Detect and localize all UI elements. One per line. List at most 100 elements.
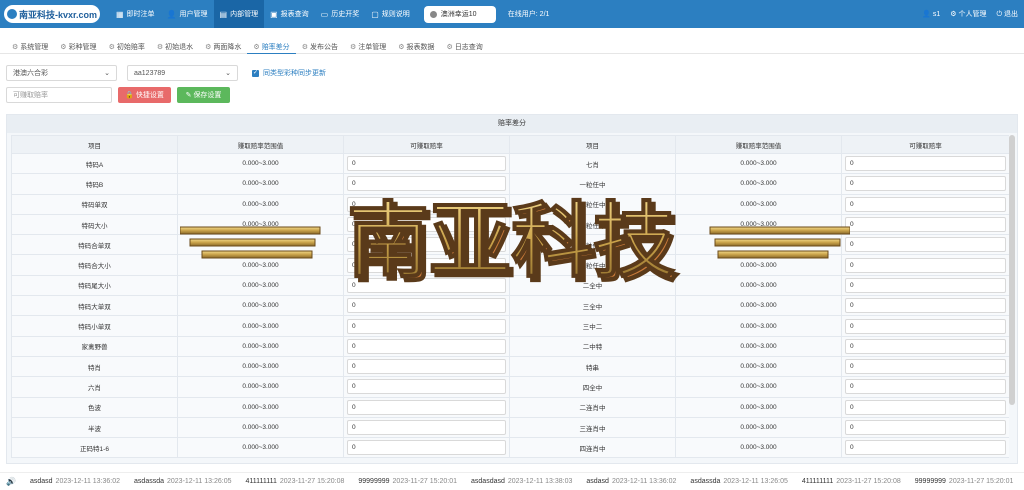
lottery-selector[interactable]: 澳洲幸运10	[423, 5, 496, 23]
item-name-cell: 四连肖中	[509, 437, 676, 459]
ticker-item[interactable]: 99999999 2023-11-27 15:20:01	[358, 478, 457, 485]
personal-management-link[interactable]: ⚙ 个人管理	[950, 9, 986, 19]
odds-input[interactable]: 可赚取赔率	[6, 87, 112, 103]
item-name-cell: 二中特	[509, 335, 676, 357]
item-name-cell: 特码大单双	[11, 295, 178, 317]
tab-report-data[interactable]: ⚙ 报表数据	[392, 40, 440, 54]
nav-item-user-management[interactable]: 👤 用户管理	[161, 0, 214, 28]
odds-input-cell: 0	[841, 396, 1009, 418]
tab-system-management[interactable]: ⚙ 系统管理	[6, 40, 54, 54]
ticker-item[interactable]: asdassda 2023-12-11 13:26:05	[134, 478, 231, 485]
table-row: 特码B 0.000~3.000 0 一粒任中 0.000~3.000 0	[11, 173, 1009, 195]
nav-item-internal-management[interactable]: ▤ 内部管理	[213, 0, 265, 28]
lock-icon: 🔒	[125, 92, 134, 99]
sync-checkbox[interactable]: ✓ 同类型彩种同步更新	[252, 68, 326, 78]
odds-value-input[interactable]: 0	[845, 277, 1006, 293]
tab-bet-management[interactable]: ⚙ 注单管理	[344, 40, 392, 54]
odds-input-cell: 0	[343, 274, 510, 297]
odds-value-input[interactable]: 0	[347, 156, 506, 172]
logout-link[interactable]: ⏻ 退出	[997, 9, 1018, 19]
odds-input-cell: 0	[343, 193, 510, 215]
odds-value-input[interactable]: 0	[347, 440, 506, 456]
logo[interactable]: 南亚科技-kvxr.com	[4, 5, 100, 23]
ticker-item[interactable]: asdasd 2023-12-11 13:36:02	[30, 478, 120, 485]
lottery-name: 澳洲幸运10	[440, 11, 477, 18]
range-cell: 0.000~3.000	[177, 193, 344, 215]
ticker-item[interactable]: 411111111 2023-11-27 15:20:08	[802, 478, 901, 485]
odds-value-input[interactable]: 0	[347, 196, 506, 212]
nav-label: 用户管理	[179, 11, 208, 18]
odds-value-input[interactable]: 0	[347, 237, 506, 253]
tab-label: 初始赔率	[116, 44, 145, 51]
gear-icon: ⚙	[301, 44, 308, 51]
odds-value-input[interactable]: 0	[347, 217, 506, 233]
odds-value-input[interactable]: 0	[347, 298, 506, 314]
ticker-item[interactable]: asdasdasd 2023-12-11 13:38:03	[471, 478, 572, 485]
odds-value-input[interactable]: 0	[845, 237, 1006, 253]
quick-set-button[interactable]: 🔒 快捷设置	[118, 87, 171, 103]
gear-icon: ⚙	[349, 44, 357, 51]
odds-value-input[interactable]: 0	[347, 277, 506, 293]
odds-input-cell: 0	[841, 355, 1009, 378]
globe-icon	[6, 9, 17, 19]
odds-value-input[interactable]: 0	[845, 156, 1006, 172]
nav-item-live-bets[interactable]: ▦ 即时注单	[110, 0, 161, 28]
tab-two-side-rebate[interactable]: ⚙ 两面降水	[199, 40, 247, 54]
tab-log-query[interactable]: ⚙ 日志查询	[441, 40, 489, 54]
table-row: 特码大单双 0.000~3.000 0 三全中 0.000~3.000 0	[11, 295, 1009, 317]
odds-value-input[interactable]: 0	[347, 399, 506, 415]
odds-value-input[interactable]: 0	[347, 338, 506, 354]
tab-initial-odds[interactable]: ⚙ 初始赔率	[103, 40, 151, 54]
tab-lottery-management[interactable]: ⚙ 彩种管理	[54, 40, 102, 54]
odds-value-input[interactable]: 0	[845, 196, 1006, 212]
account-select[interactable]: aa123789 ⌄	[127, 65, 238, 81]
tab-odds-difference[interactable]: ⚙ 赔率差分	[247, 40, 296, 54]
range-cell: 0.000~3.000	[177, 355, 344, 378]
odds-value-input[interactable]: 0	[347, 359, 506, 375]
scrollbar[interactable]	[1009, 135, 1015, 405]
odds-value-input[interactable]: 0	[347, 176, 506, 192]
odds-value-input[interactable]: 0	[845, 420, 1006, 435]
gear-icon: ⚙	[398, 44, 405, 51]
odds-value-input[interactable]: 0	[845, 338, 1006, 354]
nav-item-rules[interactable]: ▢ 规则说明	[365, 0, 416, 28]
odds-value-input[interactable]: 0	[845, 176, 1006, 192]
odds-value-input[interactable]: 0	[845, 298, 1006, 314]
item-name-cell: 三全中	[509, 295, 676, 317]
odds-value-input[interactable]: 0	[347, 257, 506, 273]
game-select[interactable]: 港澳六合彩 ⌄	[6, 65, 117, 81]
odds-panel: 赔率差分 项目 赚取赔率范围值 可赚取赔率 项目 赚取赔率范围值 可赚取赔率 特…	[6, 114, 1018, 464]
save-label: 保存设置	[193, 92, 222, 99]
odds-value-input[interactable]: 0	[845, 318, 1006, 334]
item-name-cell: 半波	[11, 416, 178, 439]
table-row: 特码尾大小 0.000~3.000 0 二全中 0.000~3.000 0	[11, 274, 1009, 297]
odds-value-input[interactable]: 0	[845, 217, 1006, 233]
nav-item-reports[interactable]: ▣ 报表查询	[264, 0, 315, 28]
odds-value-input[interactable]: 0	[347, 379, 506, 395]
odds-value-input[interactable]: 0	[845, 257, 1006, 273]
odds-value-input[interactable]: 0	[845, 379, 1006, 395]
ticker-item[interactable]: 411111111 2023-11-27 15:20:08	[245, 478, 344, 485]
range-cell: 0.000~3.000	[675, 254, 842, 276]
odds-value-input[interactable]: 0	[845, 399, 1006, 415]
user-account[interactable]: 👤 s1	[922, 10, 940, 18]
item-name-cell: 特码合大小	[11, 254, 178, 276]
nav-item-history[interactable]: ▭ 历史开奖	[315, 0, 366, 28]
personal-label: 个人管理	[958, 11, 987, 18]
odds-value-input[interactable]: 0	[845, 359, 1006, 375]
tab-label: 日志查询	[454, 44, 483, 51]
odds-value-input[interactable]: 0	[347, 420, 506, 435]
tab-announcements[interactable]: ⚙ 发布公告	[296, 40, 344, 54]
tab-initial-rebate[interactable]: ⚙ 初始退水	[151, 40, 199, 54]
save-button[interactable]: ✎ 保存设置	[177, 87, 230, 103]
table-header-row: 项目 赚取赔率范围值 可赚取赔率 项目 赚取赔率范围值 可赚取赔率	[11, 135, 1009, 154]
ticker-item[interactable]: 99999999 2023-11-27 15:20:01	[915, 478, 1014, 485]
range-cell: 0.000~3.000	[675, 355, 842, 378]
check-icon: ✓	[252, 69, 259, 77]
ticker-item[interactable]: asdassda 2023-12-11 13:26:05	[690, 478, 787, 485]
odds-value-input[interactable]: 0	[845, 440, 1006, 456]
ticker-item[interactable]: asdasd 2023-12-11 13:36:02	[586, 478, 676, 485]
monitor-icon: ▭	[320, 9, 329, 19]
odds-input-cell: 0	[343, 254, 510, 276]
odds-value-input[interactable]: 0	[347, 318, 506, 334]
